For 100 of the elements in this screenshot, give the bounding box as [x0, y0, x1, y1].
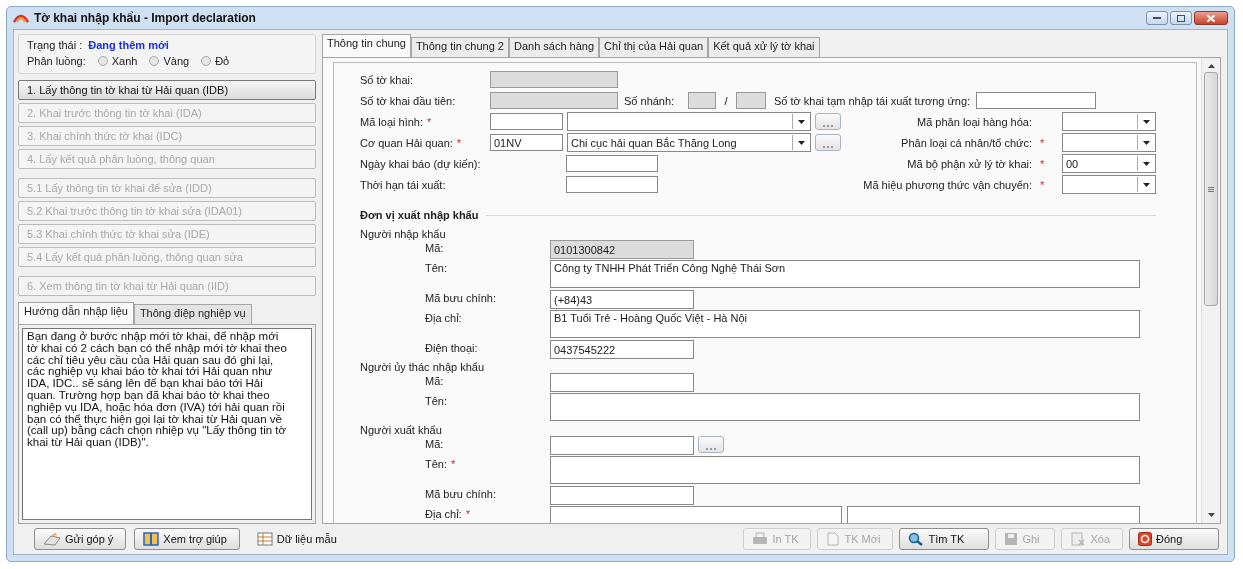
text-area[interactable]: B1 Tuổi Trẻ - Hoàng Quốc Việt - Hà Nội [550, 310, 1140, 338]
browse-button[interactable] [815, 134, 841, 151]
radio-button[interactable] [149, 56, 160, 66]
caret-icon [1142, 140, 1150, 145]
text-field[interactable] [566, 176, 658, 193]
field-label: Số tờ khai tạm nhập tái xuất tương ứng: [774, 94, 971, 107]
grip-icon [1208, 186, 1214, 192]
dropdown-field[interactable] [567, 112, 811, 131]
window-title: Tờ khai nhập khẩu - Import declaration [34, 11, 256, 25]
text-field[interactable] [490, 92, 618, 109]
tab[interactable]: Thông tin chung [322, 34, 411, 57]
minimize-icon [1153, 16, 1161, 20]
tab[interactable]: Thông điệp nghiệp vụ [133, 304, 252, 324]
field-label: Mã bộ phận xử lý tờ khai: [907, 157, 1032, 170]
text-field[interactable]: 0437545222 [550, 340, 694, 359]
maximize-button[interactable] [1170, 11, 1192, 25]
search-button[interactable]: Tìm TK [899, 528, 990, 550]
dropdown-field[interactable] [1062, 175, 1156, 194]
browse-button[interactable] [815, 113, 841, 130]
ellipsis-icon [706, 447, 716, 451]
table-icon [256, 532, 273, 546]
caret-icon [797, 140, 805, 145]
dropdown-field[interactable] [1062, 112, 1156, 131]
search-icon [908, 532, 925, 546]
maximize-icon [1177, 14, 1185, 22]
required-mark: * [465, 508, 470, 520]
field-label: Số tờ khai đầu tiên: [360, 94, 457, 107]
browse-button[interactable] [698, 436, 724, 453]
app-logo-icon [13, 13, 29, 23]
text-area[interactable]: Công ty TNHH Phát Triển Công Nghệ Thái Sơn [550, 260, 1140, 288]
text-field[interactable] [550, 436, 694, 455]
scrollbar[interactable] [1201, 58, 1220, 523]
document-icon [826, 532, 841, 546]
close-icon [1138, 532, 1152, 546]
step-button[interactable]: 1. Lấy thông tin tờ khai từ Hải quan (IDB) [18, 80, 316, 100]
field-label: Tên: [425, 458, 447, 470]
radio-label: Vàng [163, 55, 190, 67]
text-field[interactable] [550, 486, 694, 505]
field-label: Số tờ khai: [360, 73, 415, 86]
text-area[interactable] [550, 456, 1140, 484]
book-icon [143, 532, 160, 546]
separator-text: / [723, 94, 729, 107]
ellipsis-icon [823, 145, 833, 149]
field-label: Mã loại hình: [360, 115, 423, 128]
dropdown-field[interactable] [1062, 133, 1156, 152]
text-field[interactable]: 01NV [490, 134, 563, 151]
caret-icon [1142, 161, 1150, 166]
text-field[interactable] [688, 92, 716, 109]
lane-label: Phân luồng: [27, 55, 86, 67]
group-title: Người xuất khẩu [360, 423, 442, 436]
minimize-button[interactable] [1146, 11, 1168, 25]
text-field[interactable]: (+84)43 [550, 290, 694, 309]
field-label: Mã: [425, 375, 444, 387]
tab[interactable]: Chỉ thị của Hải quan [599, 37, 709, 57]
field-label: Mã phân loại hàng hóa: [917, 115, 1032, 128]
close-button[interactable] [1194, 11, 1228, 25]
text-area[interactable] [550, 393, 1140, 421]
dropdown-field[interactable]: 00 [1062, 154, 1156, 173]
pen-icon [43, 532, 61, 546]
radio-button[interactable] [201, 56, 212, 66]
close-button[interactable]: Đóng [1129, 528, 1219, 550]
text-field[interactable] [490, 71, 618, 88]
help-button[interactable]: Xem trợ giúp [134, 528, 240, 550]
text-field[interactable]: 0101300842 [550, 240, 694, 259]
required-mark: * [1040, 178, 1045, 191]
radio-label: Đỏ [215, 55, 230, 67]
field-label: Mã: [425, 242, 444, 254]
feedback-button[interactable]: Gửi góp ý [34, 528, 127, 550]
text-field[interactable] [736, 92, 766, 109]
caret-icon [1142, 182, 1150, 187]
field-label: Điện thoại: [425, 342, 478, 354]
field-label: Ngày khai báo (dự kiến): [360, 157, 482, 170]
status-label: Trạng thái : [27, 39, 83, 51]
field-label: Mã bưu chính: [425, 292, 496, 304]
sample-data-button[interactable]: Dữ liệu mẫu [247, 528, 350, 550]
scroll-thumb[interactable] [1204, 72, 1218, 306]
required-mark: * [1040, 157, 1045, 170]
status-value: Đang thêm mới [88, 39, 169, 51]
field-label: Địa chỉ: [425, 312, 462, 324]
tab[interactable]: Hướng dẫn nhập liệu [18, 302, 134, 324]
field-label: Thời hạn tái xuất: [360, 178, 447, 191]
field-label: Địa chỉ: [425, 508, 462, 520]
field-label: Tên: [425, 262, 447, 274]
field-label: Mã: [425, 438, 444, 450]
field-label: Cơ quan Hải quan: [360, 136, 453, 149]
floppy-icon [1004, 532, 1019, 546]
field-label: Số nhánh: [624, 94, 676, 107]
field-label: Mã hiệu phương thức vận chuyển: [863, 178, 1032, 191]
text-field[interactable] [490, 113, 563, 130]
tab[interactable]: Kết quả xử lý tờ khai [708, 37, 820, 57]
printer-icon [752, 532, 769, 546]
text-field[interactable] [976, 92, 1097, 109]
radio-button[interactable] [97, 56, 108, 66]
text-field[interactable] [566, 155, 658, 172]
caret-icon [1142, 119, 1150, 124]
required-mark: * [1040, 136, 1045, 149]
text-field[interactable] [550, 373, 694, 392]
tab[interactable]: Danh sách hàng [508, 37, 600, 57]
dropdown-field[interactable]: Chi cục hải quan Bắc Thăng Long [567, 133, 811, 152]
tab[interactable]: Thông tin chung 2 [410, 37, 509, 57]
